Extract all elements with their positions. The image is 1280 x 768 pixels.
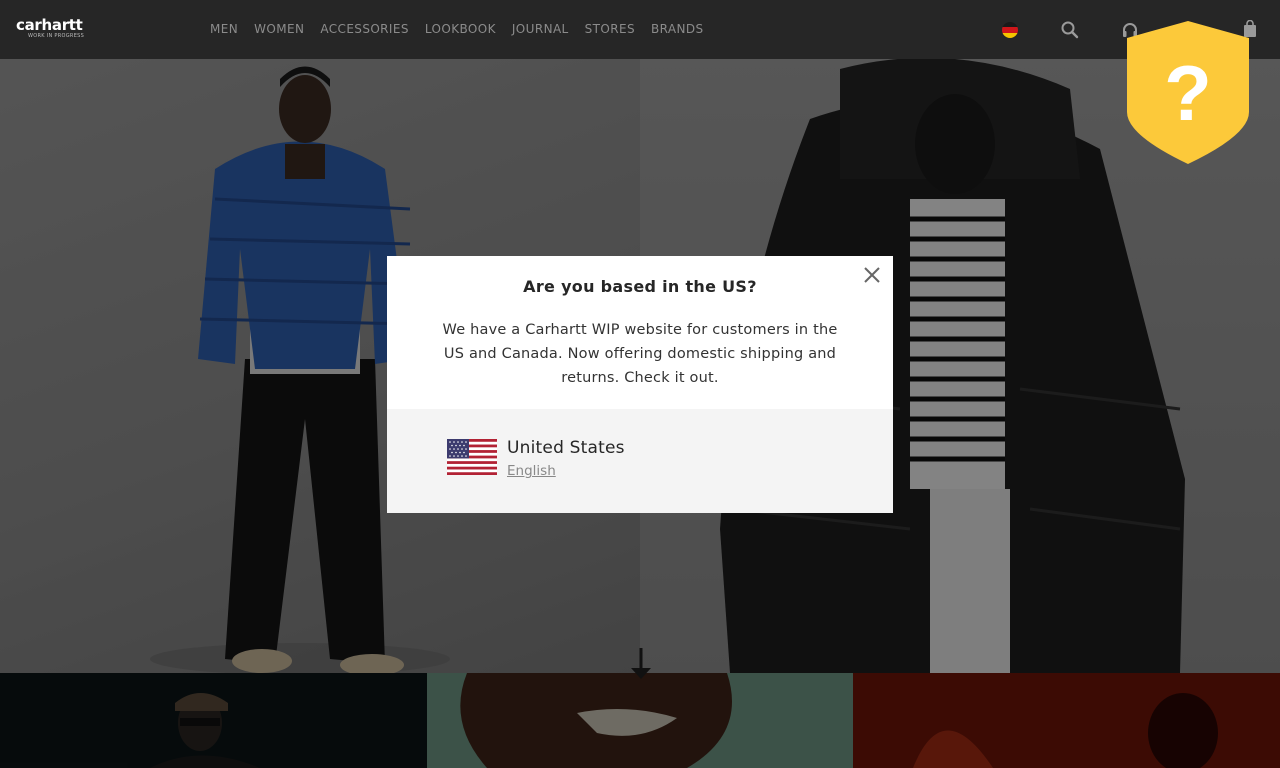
nav-item-journal[interactable]: JOURNAL [512,21,569,37]
nav-item-accessories[interactable]: ACCESSORIES [320,21,409,37]
modal-title: Are you based in the US? [523,277,757,296]
help-shield-badge[interactable]: ? [1126,20,1250,165]
main-nav: MEN WOMEN ACCESSORIES LOOKBOOK JOURNAL S… [210,21,704,37]
search-icon[interactable] [1060,20,1080,40]
nav-item-lookbook[interactable]: LOOKBOOK [425,21,496,37]
help-symbol: ? [1164,49,1212,137]
nav-item-stores[interactable]: STORES [585,21,635,37]
language-link[interactable]: English [507,462,556,480]
country-option-us[interactable]: United States English [447,437,747,481]
nav-item-brands[interactable]: BRANDS [651,21,704,37]
logo-subline: WORK IN PROGRESS [28,33,85,39]
modal-footer: United States English [387,409,893,513]
nav-item-women[interactable]: WOMEN [254,21,304,37]
us-flag-icon [447,439,497,476]
logo-wordmark: carhartt [16,16,83,34]
scroll-down-arrow-icon[interactable] [630,648,652,680]
nav-item-men[interactable]: MEN [210,21,238,37]
germany-flag-icon[interactable] [1001,21,1019,39]
carhartt-logo[interactable]: carhartt WORK IN PROGRESS [16,16,108,42]
site-header: carhartt WORK IN PROGRESS MEN WOMEN ACCE… [0,0,1280,59]
modal-body-text: We have a Carhartt WIP website for custo… [442,322,838,386]
country-name: United States [507,438,625,458]
country-redirect-modal: Are you based in the US? We have a Carha… [387,256,893,513]
